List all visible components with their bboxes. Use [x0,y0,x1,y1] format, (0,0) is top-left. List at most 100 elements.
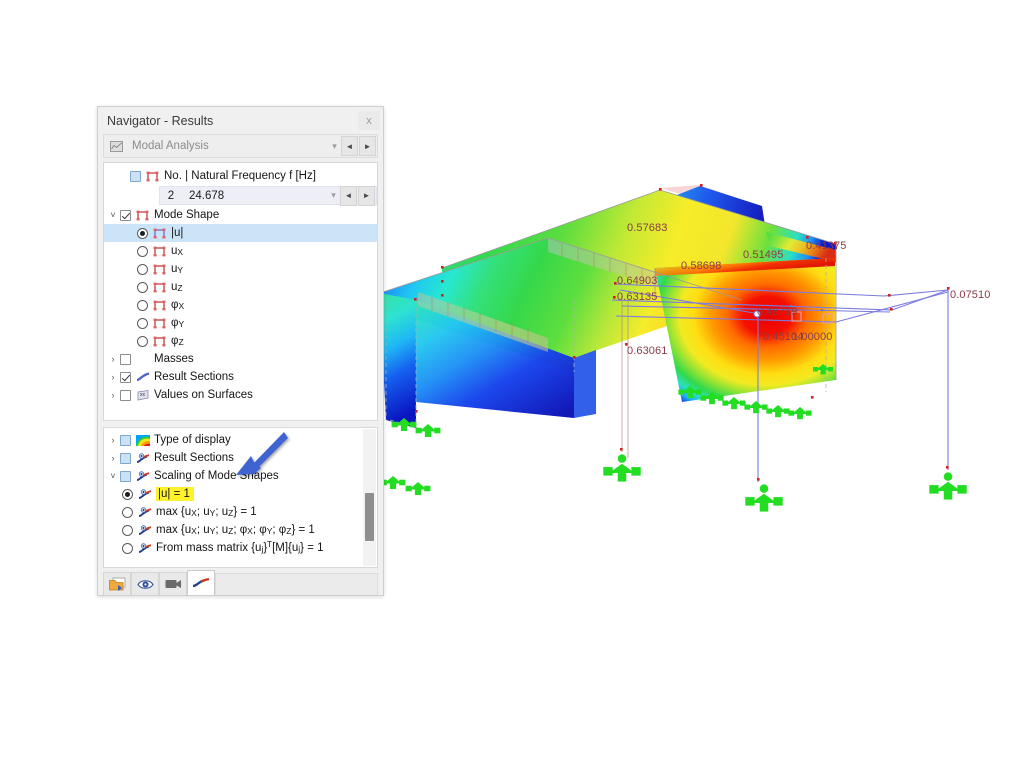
display-tab[interactable] [131,572,159,595]
frequency-selector-row[interactable]: 2 24.678 ▾ ◄ ► [159,186,377,205]
analysis-selector[interactable]: Modal Analysis ▾ ◄ ► [103,134,378,158]
results-tab[interactable] [103,572,131,595]
scaling-option-mass-matrix[interactable]: From mass matrix {uj}T[M]{uj} = 1 [104,539,377,557]
chevron-down-icon[interactable]: ▾ [327,190,340,201]
component-radio[interactable] [137,318,148,329]
component-label: φZ [171,334,184,348]
result-section-icon [137,542,152,555]
deformation-icon [152,335,167,348]
tree-node-mode-shape[interactable]: ˅ Mode Shape [104,206,377,224]
panel-title: Navigator - Results [107,114,358,128]
tree-item-component-u-abs[interactable]: |u| [104,224,377,242]
close-icon[interactable]: x [358,111,380,130]
deformation-icon [152,299,167,312]
component-radio[interactable] [137,228,148,239]
mode-shape-checkbox[interactable] [120,210,131,221]
masses-label: Masses [154,352,194,366]
component-radio[interactable] [137,246,148,257]
component-radio[interactable] [137,282,148,293]
chevron-down-icon[interactable]: ▾ [328,141,341,152]
scaling-option-radio[interactable] [122,489,133,500]
component-radio[interactable] [137,264,148,275]
type-of-display-checkbox[interactable] [120,435,131,446]
scaling-option-max-translations[interactable]: max {uX; uY; uZ} = 1 [104,503,377,521]
masses-icon [135,353,150,366]
tree-node-scaling-of-mode-shapes[interactable]: ˅ Scaling of Mode Shapes [104,467,377,485]
scaling-of-mode-shapes-checkbox[interactable] [120,471,131,482]
scrollbar-thumb[interactable] [365,493,374,541]
expander-icon[interactable]: ˅ [106,211,120,220]
tree-item-component-uz[interactable]: uZ [104,278,377,296]
values-on-surfaces-checkbox[interactable] [120,390,131,401]
deformation-icon [152,281,167,294]
masses-checkbox[interactable] [120,354,131,365]
scaling-option-radio[interactable] [122,525,133,536]
tree-node-masses[interactable]: › Masses [104,350,377,368]
expander-icon[interactable]: › [106,454,120,463]
mode-number: 2 [160,190,182,202]
type-of-display-label: Type of display [154,433,231,447]
tree-item-component-uy[interactable]: uY [104,260,377,278]
scaling-of-mode-shapes-label: Scaling of Mode Shapes [154,469,279,483]
navigator-titlebar: Navigator - Results x [98,107,383,134]
deformation-icon [152,317,167,330]
result-value-label: 1.00000 [792,331,832,343]
expander-icon[interactable]: ˅ [106,472,120,481]
prev-analysis-button[interactable]: ◄ [341,136,358,156]
result-value-label: 0.57683 [627,222,667,234]
component-radio[interactable] [137,336,148,347]
scaling-option-u-abs[interactable]: |u| = 1 [104,485,377,503]
scaling-option-label: From mass matrix {uj}T[M]{uj} = 1 [156,541,324,556]
scaling-option-label: max {uX; uY; uZ} = 1 [156,505,257,519]
frequency-value: 24.678 [182,190,327,202]
results-tree[interactable]: No. | Natural Frequency f [Hz] 2 24.678 … [103,162,378,421]
next-analysis-button[interactable]: ► [359,136,376,156]
result-value-label: 0.41375 [806,240,846,252]
expander-icon[interactable]: › [106,373,120,382]
analysis-value: Modal Analysis [126,140,328,152]
values-on-surfaces-icon: xx [135,389,150,402]
tree-item-component-phiz[interactable]: φZ [104,332,377,350]
modal-analysis-icon [106,141,126,152]
tree-item-component-ux[interactable]: uX [104,242,377,260]
component-label: uY [171,262,183,276]
tree-node-type-of-display[interactable]: › Type of display [104,431,377,449]
component-label: uZ [171,280,183,294]
natural-frequency-checkbox[interactable] [130,171,141,182]
tree-node-values-on-surfaces[interactable]: › xx Values on Surfaces [104,386,377,404]
result-value-label: 0.58698 [681,260,721,272]
result-section-icon [135,371,150,384]
scaling-option-max-translations-rotations[interactable]: max {uX; uY; uZ; φX; φY; φZ} = 1 [104,521,377,539]
display-result-sections-checkbox[interactable] [120,453,131,464]
component-radio[interactable] [137,300,148,311]
display-options-tree[interactable]: › Type of display › Result Sections [103,427,378,568]
result-section-icon [137,524,152,537]
navigator-results-panel[interactable]: Navigator - Results x Modal Analysis ▾ ◄… [97,106,384,596]
tree-node-display-result-sections[interactable]: › Result Sections [104,449,377,467]
expander-icon[interactable]: › [106,391,120,400]
mode-shape-label: Mode Shape [154,208,219,222]
expander-icon[interactable]: › [106,355,120,364]
tree-node-result-sections[interactable]: › Result Sections [104,368,377,386]
tree-item-component-phix[interactable]: φX [104,296,377,314]
display-result-sections-label: Result Sections [154,451,234,465]
tree-item-component-phiy[interactable]: φY [104,314,377,332]
animation-tab[interactable] [159,572,187,595]
result-sections-tab[interactable] [187,570,215,595]
result-value-label: 0.48719 [757,306,797,318]
vertical-scrollbar[interactable] [363,429,376,566]
scaling-option-radio[interactable] [122,507,133,518]
tree-node-natural-frequency[interactable]: No. | Natural Frequency f [Hz] [104,167,377,185]
prev-mode-button[interactable]: ◄ [340,186,357,206]
navigator-tab-strip[interactable] [98,568,383,595]
result-sections-label: Result Sections [154,370,234,384]
result-value-label: 0.64903 [617,275,657,287]
next-mode-button[interactable]: ► [358,186,375,206]
scaling-option-radio[interactable] [122,543,133,554]
result-sections-checkbox[interactable] [120,372,131,383]
deformation-icon [152,227,167,240]
expander-icon[interactable]: › [106,436,120,445]
natural-frequency-label: No. | Natural Frequency f [Hz] [164,169,316,183]
component-label: uX [171,244,183,258]
scaling-option-label: max {uX; uY; uZ; φX; φY; φZ} = 1 [156,523,315,537]
